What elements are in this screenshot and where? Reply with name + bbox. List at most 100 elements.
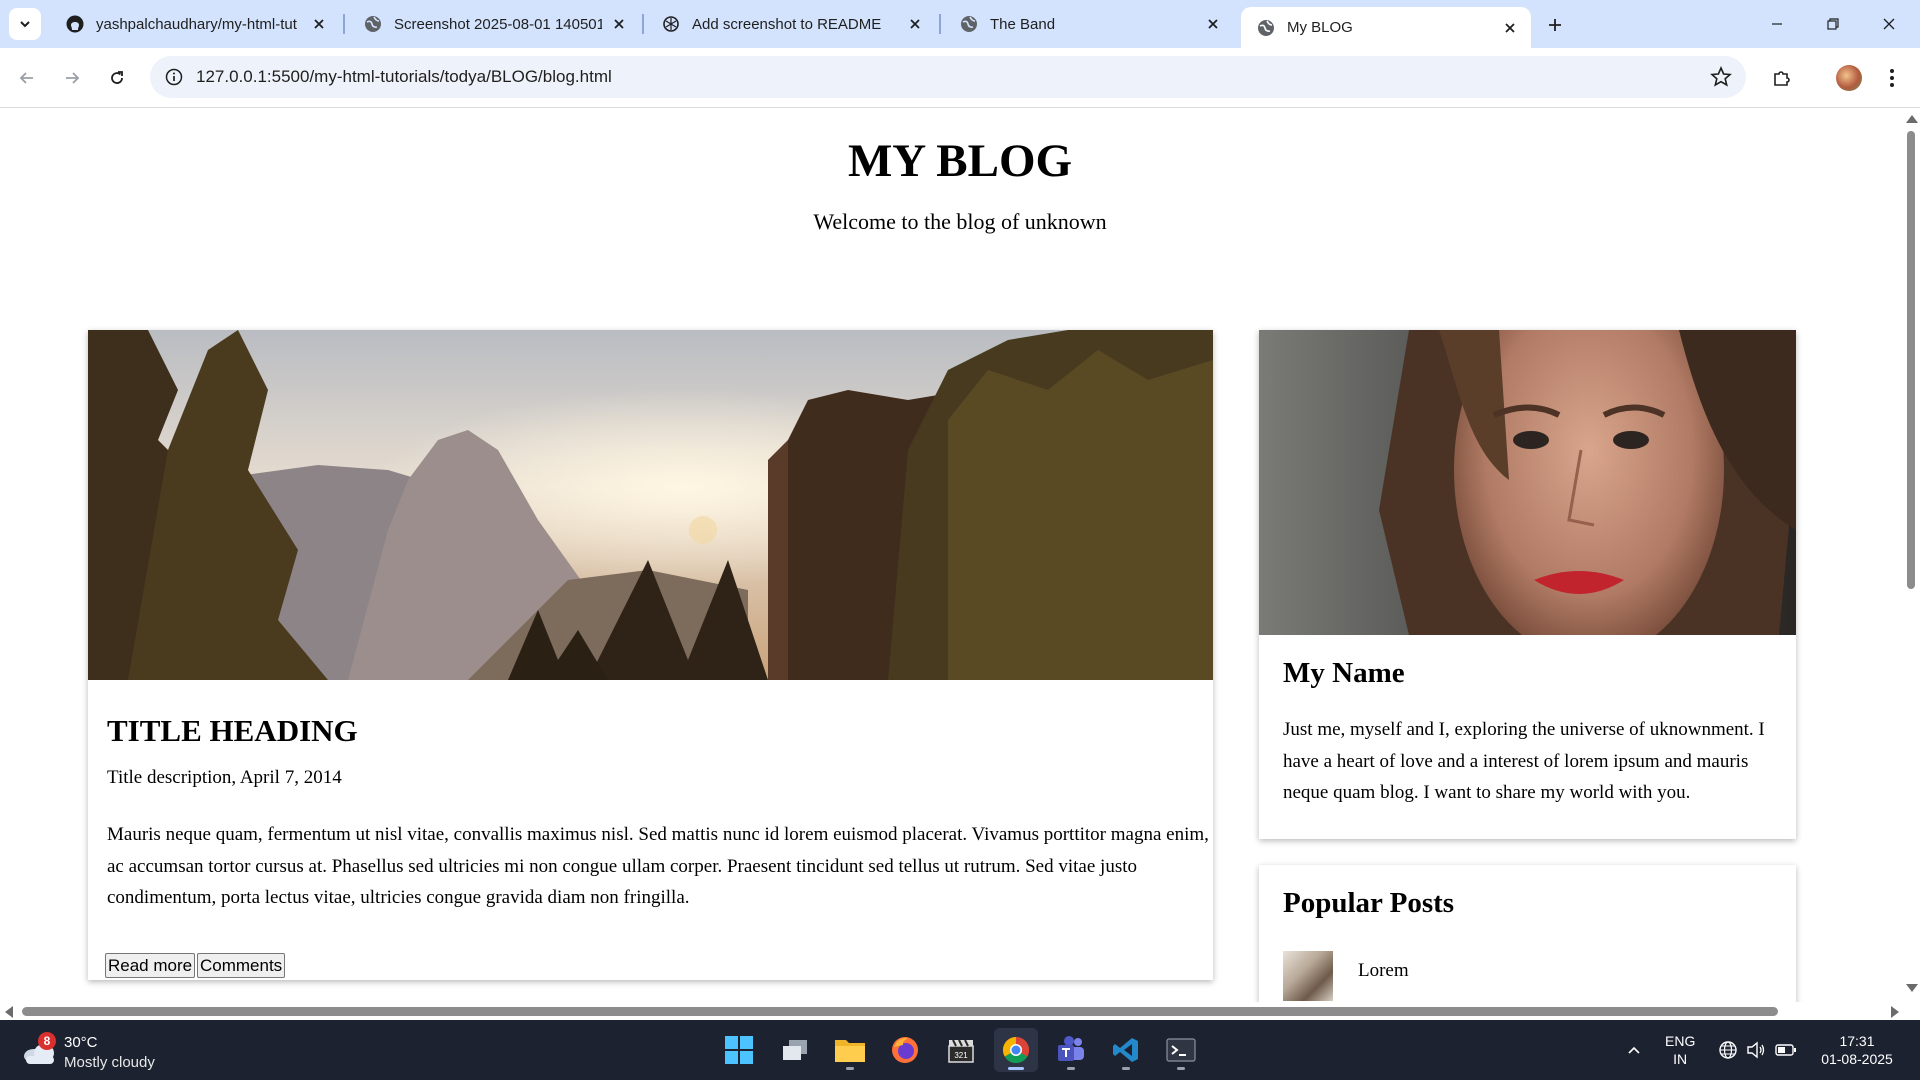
speaker-icon — [1747, 1041, 1765, 1059]
terminal-icon — [1166, 1038, 1196, 1062]
about-card: My Name Just me, myself and I, exploring… — [1259, 330, 1796, 839]
show-hidden-icons-button[interactable] — [1622, 1038, 1646, 1062]
arrow-left-icon — [19, 72, 33, 84]
battery-button[interactable] — [1774, 1038, 1798, 1062]
tab-search-button[interactable] — [9, 8, 41, 40]
mountain-sunset-photo — [88, 330, 1213, 680]
chrome-button[interactable] — [994, 1028, 1038, 1072]
vertical-scrollbar[interactable] — [1902, 109, 1920, 1002]
browser-tab-strip: yashpalchaudhary/my-html-tut Screenshot … — [0, 0, 1920, 48]
close-icon[interactable] — [310, 15, 328, 33]
tab-separator — [343, 14, 345, 34]
tab-separator — [939, 14, 941, 34]
comments-button[interactable]: Comments — [197, 953, 286, 978]
plus-icon — [1549, 19, 1561, 31]
forward-button[interactable] — [56, 62, 88, 94]
globe-network-icon — [1719, 1041, 1737, 1059]
minimize-icon — [1772, 23, 1782, 25]
tab-github[interactable]: yashpalchaudhary/my-html-tut — [50, 8, 340, 40]
media-app-button[interactable]: 321 — [939, 1028, 983, 1072]
popular-post-link[interactable]: Lorem — [1358, 960, 1409, 982]
post-title: TITLE HEADING — [107, 713, 358, 748]
chrome-icon — [1002, 1036, 1030, 1064]
task-view-icon — [783, 1040, 807, 1060]
tab-readme[interactable]: Add screenshot to README — [646, 8, 936, 40]
scroll-down-arrow-icon[interactable] — [1906, 984, 1918, 992]
openai-icon — [663, 16, 679, 32]
author-bio: Just me, myself and I, exploring the uni… — [1283, 719, 1765, 803]
globe-icon — [961, 16, 977, 32]
language-code: ENG — [1665, 1033, 1696, 1049]
blog-header: MY BLOG Welcome to the blog of unknown — [0, 133, 1902, 235]
url-text[interactable]: 127.0.0.1:5500/my-html-tutorials/todya/B… — [196, 67, 612, 87]
bookmark-star-icon[interactable] — [1710, 66, 1732, 88]
tab-screenshot[interactable]: Screenshot 2025-08-01 140501 — [348, 8, 640, 40]
tab-title: Screenshot 2025-08-01 140501 — [394, 15, 602, 33]
globe-icon — [365, 16, 381, 32]
weather-temperature: 30°C — [64, 1034, 98, 1051]
scrollbar-corner — [1902, 1002, 1920, 1020]
scroll-left-arrow-icon[interactable] — [5, 1006, 13, 1018]
file-explorer-button[interactable] — [828, 1028, 872, 1072]
windows-start-icon — [725, 1036, 753, 1064]
start-button[interactable] — [717, 1028, 761, 1072]
minimize-button[interactable] — [1754, 6, 1800, 42]
tab-the-band[interactable]: The Band — [944, 8, 1234, 40]
network-button[interactable] — [1716, 1038, 1740, 1062]
clock-time: 17:31 — [1839, 1033, 1875, 1049]
task-view-button[interactable] — [773, 1028, 817, 1072]
active-indicator — [1008, 1067, 1024, 1070]
weather-widget[interactable]: 8 30°C Mostly cloudy — [22, 1032, 192, 1072]
scroll-right-arrow-icon[interactable] — [1891, 1006, 1899, 1018]
blog-title: MY BLOG — [847, 135, 1073, 187]
close-icon[interactable] — [906, 15, 924, 33]
language-indicator[interactable]: ENG IN — [1665, 1032, 1695, 1068]
weather-alert-badge: 8 — [38, 1032, 56, 1050]
globe-icon — [1258, 19, 1274, 36]
scroll-up-arrow-icon[interactable] — [1906, 115, 1918, 123]
blog-subtitle: Welcome to the blog of unknown — [813, 209, 1107, 234]
profile-avatar[interactable] — [1836, 65, 1862, 91]
popular-posts-card: Popular Posts Lorem — [1259, 865, 1796, 1002]
chevron-down-icon — [20, 21, 30, 28]
tab-title: The Band — [990, 15, 1056, 33]
puzzle-icon — [1774, 71, 1790, 86]
running-indicator — [1177, 1067, 1185, 1070]
vscode-button[interactable] — [1104, 1028, 1148, 1072]
volume-button[interactable] — [1744, 1038, 1768, 1062]
vscode-icon — [1113, 1038, 1138, 1062]
firefox-button[interactable] — [883, 1028, 927, 1072]
vertical-scroll-thumb[interactable] — [1907, 131, 1915, 589]
browser-menu-button[interactable] — [1880, 62, 1904, 94]
close-icon[interactable] — [610, 15, 628, 33]
reload-button[interactable] — [101, 62, 133, 94]
close-icon — [1883, 18, 1895, 30]
restore-button[interactable] — [1810, 6, 1856, 42]
address-bar[interactable]: 127.0.0.1:5500/my-html-tutorials/todya/B… — [150, 56, 1746, 98]
horizontal-scrollbar[interactable] — [0, 1002, 1902, 1020]
tab-my-blog[interactable]: My BLOG — [1241, 7, 1531, 48]
close-window-button[interactable] — [1866, 6, 1912, 42]
new-tab-button[interactable] — [1540, 10, 1570, 40]
back-button[interactable] — [11, 62, 43, 94]
terminal-button[interactable] — [1159, 1028, 1203, 1072]
teams-icon — [1058, 1036, 1084, 1061]
site-info-button[interactable] — [162, 65, 186, 89]
github-icon — [66, 15, 84, 33]
running-indicator — [846, 1067, 854, 1070]
chevron-up-icon — [1628, 1046, 1640, 1054]
read-more-button[interactable]: Read more — [105, 953, 196, 978]
close-icon[interactable] — [1204, 15, 1222, 33]
teams-button[interactable] — [1049, 1028, 1093, 1072]
close-icon[interactable] — [1501, 19, 1519, 37]
system-clock[interactable]: 17:31 01-08-2025 — [1812, 1032, 1902, 1068]
tab-title: My BLOG — [1287, 19, 1353, 36]
info-icon — [165, 68, 183, 86]
popular-post-thumbnail[interactable] — [1283, 951, 1333, 1001]
horizontal-scroll-thumb[interactable] — [22, 1007, 1778, 1016]
popular-posts-title: Popular Posts — [1283, 887, 1455, 919]
svg-text:321: 321 — [954, 1051, 968, 1060]
tab-separator — [642, 14, 644, 34]
blog-post-card: TITLE HEADING Title description, April 7… — [88, 330, 1213, 980]
extensions-button[interactable] — [1766, 62, 1798, 94]
